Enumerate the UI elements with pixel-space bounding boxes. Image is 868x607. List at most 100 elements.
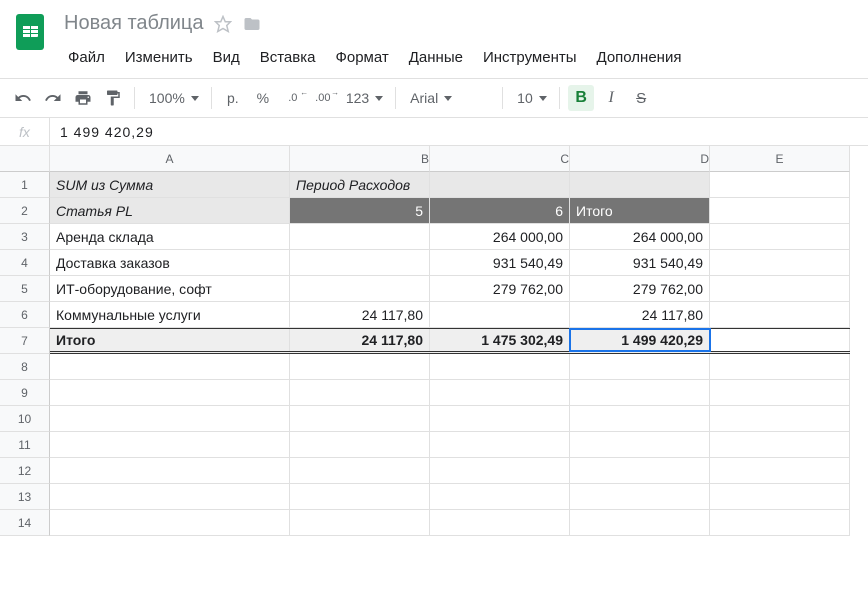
cell[interactable] [570,406,710,432]
cell[interactable] [430,172,570,198]
bold-button[interactable]: B [568,85,594,111]
cell[interactable] [430,458,570,484]
cell[interactable]: Итого [50,329,290,351]
menu-view[interactable]: Вид [203,43,250,72]
cell[interactable]: 931 540,49 [570,250,710,276]
cell[interactable] [710,432,850,458]
cell[interactable] [430,406,570,432]
cell[interactable] [570,458,710,484]
row-header[interactable]: 4 [0,250,50,276]
cell[interactable] [570,484,710,510]
cell[interactable] [290,432,430,458]
column-header-e[interactable]: E [710,146,850,172]
cell[interactable]: Доставка заказов [50,250,290,276]
cell[interactable]: 931 540,49 [430,250,570,276]
cell[interactable] [710,329,850,351]
cell[interactable]: 279 762,00 [570,276,710,302]
currency-button[interactable]: р. [220,85,246,111]
paint-format-button[interactable] [100,85,126,111]
selected-cell[interactable]: 1 499 420,29 [570,329,710,351]
cell[interactable] [710,276,850,302]
redo-button[interactable] [40,85,66,111]
row-header[interactable]: 7 [0,328,50,354]
column-header-d[interactable]: D [570,146,710,172]
menu-insert[interactable]: Вставка [250,43,326,72]
menu-file[interactable]: Файл [58,43,115,72]
row-header[interactable]: 12 [0,458,50,484]
undo-button[interactable] [10,85,36,111]
cell[interactable] [710,198,850,224]
cell[interactable] [430,354,570,380]
menu-addons[interactable]: Дополнения [587,43,692,72]
cell[interactable] [710,250,850,276]
menu-format[interactable]: Формат [325,43,398,72]
formula-input[interactable]: 1 499 420,29 [50,124,868,140]
cell[interactable] [430,484,570,510]
cell[interactable] [290,354,430,380]
cell[interactable] [290,380,430,406]
row-header[interactable]: 10 [0,406,50,432]
cell[interactable] [710,510,850,536]
cell[interactable] [570,172,710,198]
strikethrough-button[interactable]: S [628,85,654,111]
cell[interactable] [570,510,710,536]
select-all-corner[interactable] [0,146,50,172]
cell[interactable]: Аренда склада [50,224,290,250]
row-header[interactable]: 9 [0,380,50,406]
cell[interactable]: SUM из Сумма [50,172,290,198]
row-header[interactable]: 2 [0,198,50,224]
row-header[interactable]: 11 [0,432,50,458]
row-header[interactable]: 5 [0,276,50,302]
cell[interactable] [50,484,290,510]
row-header[interactable]: 3 [0,224,50,250]
cell[interactable] [50,458,290,484]
cell[interactable]: 24 117,80 [290,302,430,328]
cell[interactable]: Статья PL [50,198,290,224]
cell[interactable] [710,354,850,380]
cell[interactable] [290,250,430,276]
cell[interactable] [50,406,290,432]
document-title[interactable]: Новая таблица [64,12,204,35]
row-header[interactable]: 6 [0,302,50,328]
row-header[interactable]: 1 [0,172,50,198]
cell[interactable] [570,432,710,458]
cell[interactable] [290,406,430,432]
menu-tools[interactable]: Инструменты [473,43,587,72]
font-dropdown[interactable]: Arial [404,90,494,106]
row-header[interactable]: 8 [0,354,50,380]
cell[interactable] [430,432,570,458]
folder-icon[interactable] [242,15,262,33]
column-header-c[interactable]: C [430,146,570,172]
cell[interactable]: 279 762,00 [430,276,570,302]
cell[interactable]: 1 475 302,49 [430,329,570,351]
cell[interactable] [50,380,290,406]
cell[interactable] [710,458,850,484]
cell[interactable] [290,484,430,510]
row-header[interactable]: 13 [0,484,50,510]
cell[interactable] [710,302,850,328]
cell[interactable]: 24 117,80 [570,302,710,328]
cell[interactable] [710,380,850,406]
font-size-dropdown[interactable]: 10 [511,90,551,106]
cell[interactable]: 6 [430,198,570,224]
percent-button[interactable]: % [250,85,276,111]
menu-data[interactable]: Данные [399,43,473,72]
zoom-dropdown[interactable]: 100% [143,90,203,106]
print-button[interactable] [70,85,96,111]
cell[interactable] [710,406,850,432]
cell[interactable] [290,224,430,250]
cell[interactable]: ИТ-оборудование, софт [50,276,290,302]
cell[interactable] [430,380,570,406]
cell[interactable] [570,354,710,380]
cell[interactable]: 5 [290,198,430,224]
star-icon[interactable] [214,15,232,33]
cell[interactable] [710,224,850,250]
increase-decimal-button[interactable]: .00→ [310,85,336,111]
cell[interactable]: 264 000,00 [430,224,570,250]
cell[interactable]: 24 117,80 [290,329,430,351]
menu-edit[interactable]: Изменить [115,43,203,72]
cell[interactable] [430,510,570,536]
column-header-b[interactable]: B [290,146,430,172]
cell[interactable] [290,276,430,302]
cell[interactable] [710,172,850,198]
